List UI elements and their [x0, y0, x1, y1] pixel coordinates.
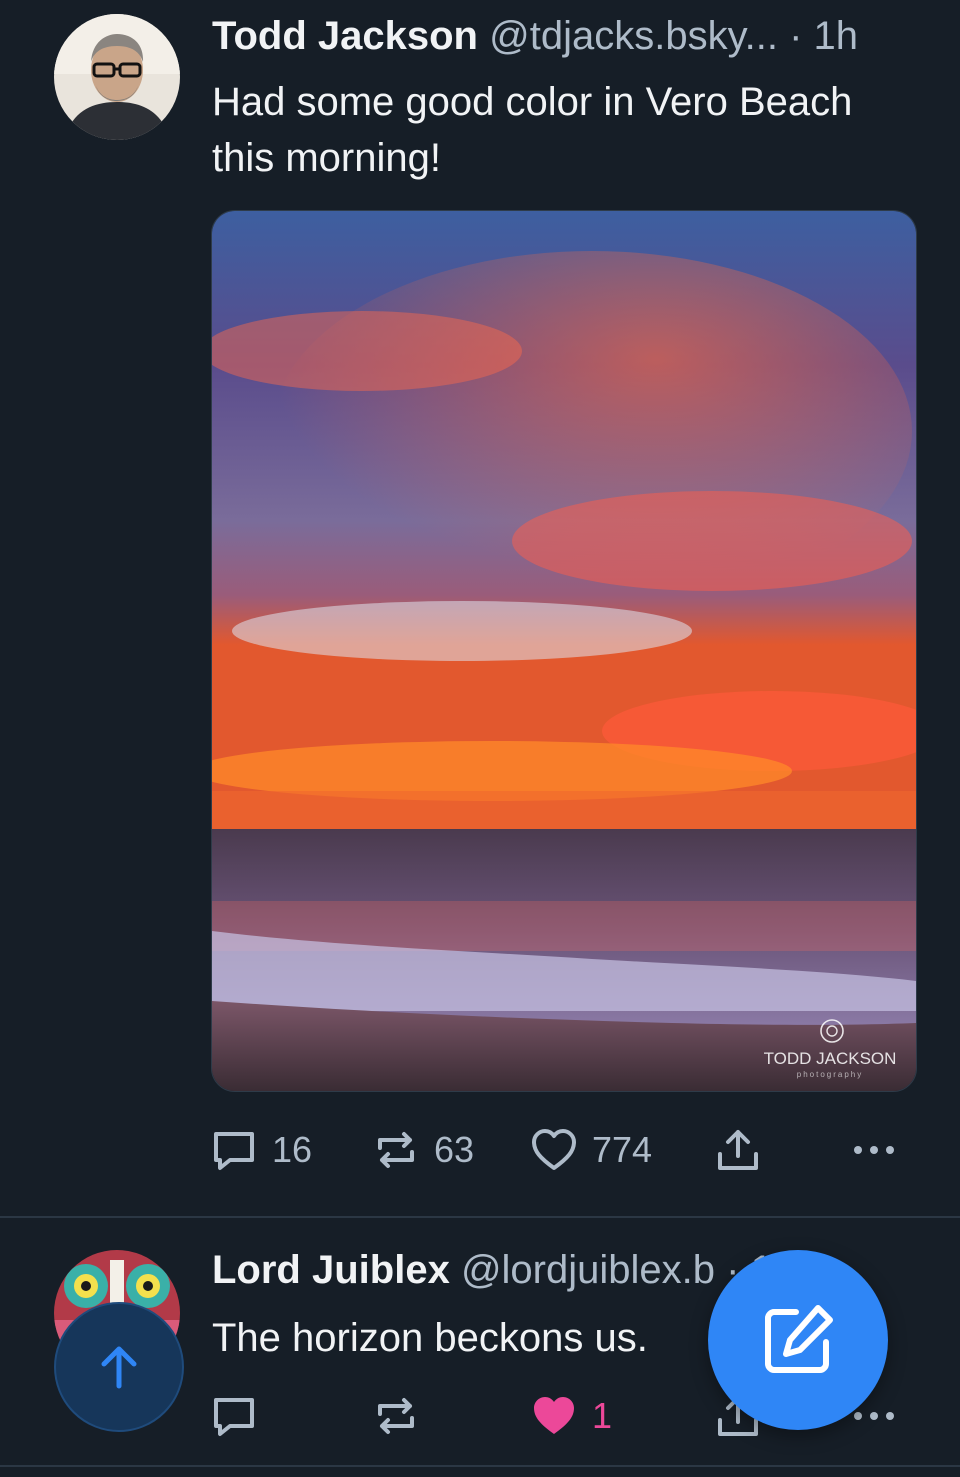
scroll-to-top-button[interactable] [54, 1302, 184, 1432]
author-avatar[interactable] [54, 14, 180, 140]
heart-filled-icon [534, 1397, 574, 1434]
ellipsis-icon [854, 1146, 894, 1154]
image-watermark-sub: photography [797, 1070, 863, 1079]
reply-button[interactable] [210, 1386, 272, 1446]
author-name[interactable]: Todd Jackson [212, 14, 478, 58]
post-text: Had some good color in Vero Beach this m… [212, 80, 853, 180]
share-icon [718, 1130, 758, 1170]
reply-count: 16 [272, 1129, 313, 1170]
like-button[interactable]: 774 [530, 1120, 652, 1180]
author-name[interactable]: Lord Juiblex [212, 1248, 450, 1292]
repost-button[interactable]: 63 [372, 1120, 474, 1180]
reply-icon [214, 1132, 254, 1170]
reply-button[interactable]: 16 [210, 1120, 312, 1180]
feed-post[interactable]: Todd Jackson @tdjacks.bsky... · 1h Had s… [0, 0, 960, 1216]
share-button[interactable] [714, 1120, 762, 1180]
post-actions: 16 63 774 [210, 1120, 915, 1180]
arrow-up-icon [101, 1346, 137, 1389]
like-button[interactable]: 1 [530, 1386, 612, 1446]
heart-icon [532, 1129, 576, 1170]
post-image[interactable]: TODD JACKSON photography [211, 210, 917, 1092]
like-count: 1 [592, 1395, 613, 1436]
more-options-button[interactable] [850, 1120, 898, 1180]
repost-icon [378, 1132, 414, 1168]
author-handle[interactable]: @tdjacks.bsky... [489, 14, 778, 58]
post-time[interactable]: 1h [814, 14, 859, 58]
meta-separator: · [789, 14, 803, 58]
compose-post-button[interactable] [708, 1250, 888, 1430]
post-divider [0, 1465, 960, 1467]
repost-button[interactable] [372, 1386, 434, 1446]
post-meta: Todd Jackson @tdjacks.bsky... · 1h [212, 14, 917, 59]
repost-icon [378, 1398, 414, 1434]
author-handle[interactable]: @lordjuiblex.b [461, 1248, 715, 1292]
compose-icon [765, 1305, 833, 1373]
image-watermark: TODD JACKSON [764, 1049, 897, 1068]
reply-icon [214, 1398, 254, 1436]
repost-count: 63 [434, 1129, 475, 1170]
like-count: 774 [592, 1129, 653, 1170]
